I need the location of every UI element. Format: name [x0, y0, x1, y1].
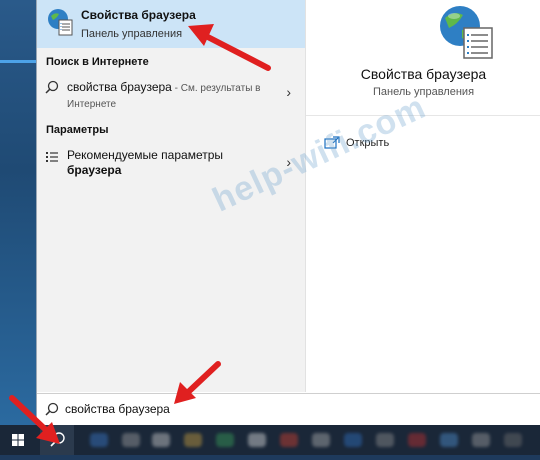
search-input[interactable] — [65, 399, 525, 419]
taskbar-app[interactable] — [248, 433, 266, 447]
taskbar-app[interactable] — [122, 433, 140, 447]
best-match-title: Свойства браузера — [81, 8, 196, 22]
start-search-window: Свойства браузера Панель управления Поис… — [36, 0, 540, 425]
web-result-text: свойства браузера - См. результаты в Инт… — [67, 80, 277, 112]
settings-result-text: Рекомендуемые параметры браузера — [67, 148, 277, 178]
settings-section-header: Параметры — [46, 124, 109, 136]
open-window-icon — [324, 136, 340, 149]
taskbar-app[interactable] — [280, 433, 298, 447]
chevron-right-icon[interactable]: › — [286, 154, 291, 170]
settings-result-line1: Рекомендуемые параметры — [67, 148, 224, 162]
settings-result[interactable]: Рекомендуемые параметры браузера › — [37, 144, 305, 182]
settings-result-line2: браузера — [67, 163, 122, 177]
search-icon — [50, 432, 65, 447]
results-pane: Свойства браузера Панель управления Поис… — [37, 0, 306, 392]
windows-logo-icon — [12, 434, 24, 446]
search-box[interactable] — [37, 393, 540, 424]
search-icon — [45, 402, 59, 416]
best-match-subtitle: Панель управления — [81, 28, 183, 40]
internet-options-icon — [440, 6, 493, 59]
taskbar-app[interactable] — [440, 433, 458, 447]
internet-options-icon — [48, 9, 73, 36]
preview-title: Свойства браузера — [360, 66, 487, 82]
web-result-hint: - См. результаты в — [171, 83, 261, 94]
start-button[interactable] — [0, 425, 36, 455]
preview-divider — [306, 115, 540, 116]
web-result-hint-2: Интернете — [67, 99, 117, 110]
taskbar-app[interactable] — [376, 433, 394, 447]
chevron-right-icon[interactable]: › — [286, 84, 291, 100]
taskbar-search-button[interactable] — [40, 425, 74, 455]
taskbar-app[interactable] — [504, 433, 522, 447]
taskbar-app[interactable] — [312, 433, 330, 447]
preview-pane: Свойства браузера Панель управления Откр… — [306, 0, 540, 392]
taskbar-app[interactable] — [216, 433, 234, 447]
taskbar-app[interactable] — [90, 433, 108, 447]
taskbar-app[interactable] — [184, 433, 202, 447]
desktop-background — [0, 0, 36, 425]
web-section-header: Поиск в Интернете — [46, 56, 149, 68]
best-match-result[interactable]: Свойства браузера Панель управления — [37, 0, 305, 48]
web-result-query: свойства браузера — [67, 80, 172, 94]
taskbar-app[interactable] — [408, 433, 426, 447]
open-label: Открыть — [346, 137, 390, 149]
preview-subtitle: Панель управления — [372, 86, 475, 98]
web-search-result[interactable]: свойства браузера - См. результаты в Инт… — [37, 74, 305, 110]
open-button[interactable]: Открыть — [324, 134, 444, 154]
taskbar-app[interactable] — [344, 433, 362, 447]
taskbar — [0, 425, 540, 455]
search-icon — [45, 80, 59, 94]
taskbar-app[interactable] — [152, 433, 170, 447]
taskbar-app[interactable] — [472, 433, 490, 447]
settings-list-icon — [46, 152, 58, 162]
